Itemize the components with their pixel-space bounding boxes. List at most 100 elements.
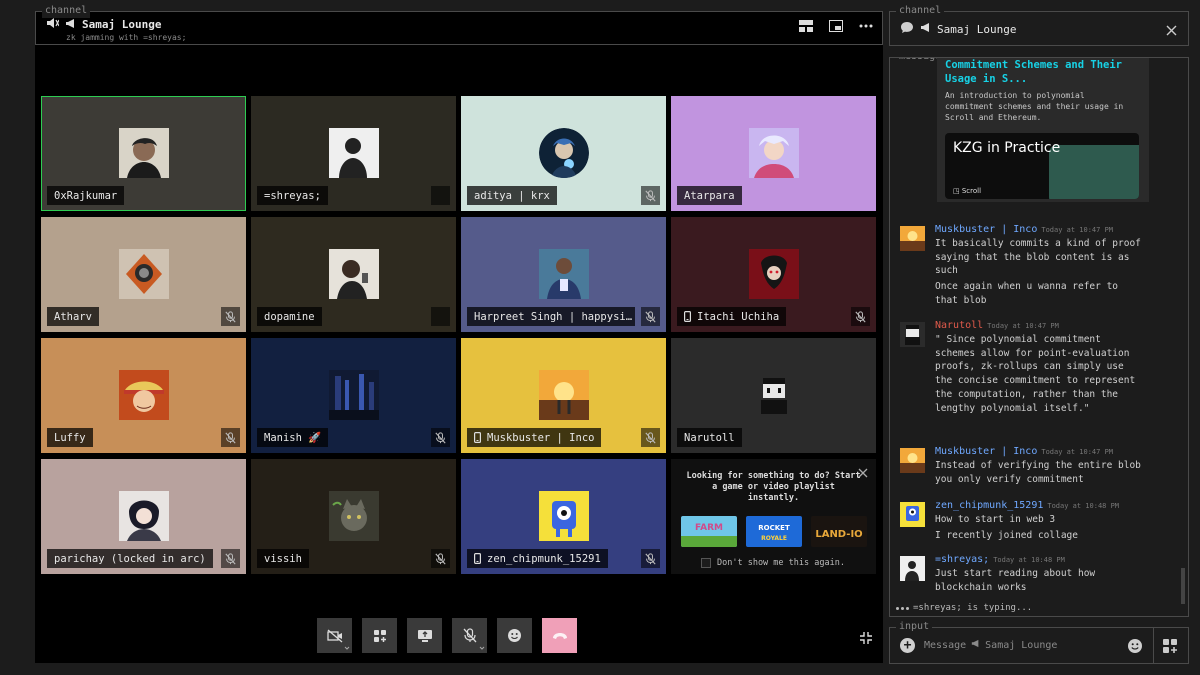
participant-tile[interactable]: Muskbuster | Inco xyxy=(461,338,666,453)
mute-indicator[interactable] xyxy=(221,428,240,447)
participant-avatar xyxy=(538,370,589,420)
message-timestamp: Today at 10:47 PM xyxy=(987,322,1059,330)
embed-image[interactable]: KZG in Practice ◳ Scroll xyxy=(945,133,1139,199)
channel-status: zk jamming with =shreyas; xyxy=(66,33,187,42)
author-avatar[interactable] xyxy=(900,448,925,473)
scrollbar[interactable] xyxy=(1181,568,1185,604)
mute-indicator[interactable] xyxy=(431,549,450,568)
mute-indicator[interactable] xyxy=(641,186,660,205)
participant-tile[interactable]: Atarpara xyxy=(671,96,876,211)
participant-tile[interactable]: Harpreet Singh | happysi… xyxy=(461,217,666,332)
participant-avatar xyxy=(328,128,379,178)
chat-bubble-icon xyxy=(900,21,914,37)
author-name[interactable]: =shreyas; xyxy=(935,554,989,565)
participant-name-tag: Harpreet Singh | happysi… xyxy=(467,307,635,326)
author-avatar[interactable] xyxy=(900,322,925,347)
mute-indicator[interactable] xyxy=(221,307,240,326)
mic-toggle-button[interactable] xyxy=(452,618,487,653)
apps-icon[interactable] xyxy=(1162,638,1178,654)
author-name[interactable]: Muskbuster | Inco xyxy=(935,446,1037,457)
rocket-activity-icon xyxy=(373,629,386,642)
embed-title[interactable]: Commitment Schemes and Their Usage in S.… xyxy=(945,58,1135,86)
participant-tile[interactable]: Itachi Uchiha xyxy=(671,217,876,332)
mute-indicator[interactable] xyxy=(221,549,240,568)
participant-name-tag: Atharv xyxy=(47,307,99,326)
message-body: Just start reading about how blockchain … xyxy=(935,567,1145,596)
participant-avatar xyxy=(748,370,799,420)
embed-description: An introduction to polynomial commitment… xyxy=(945,91,1124,122)
participant-name-tag: Narutoll xyxy=(677,428,742,447)
mute-indicator[interactable] xyxy=(641,428,660,447)
message-text: Just start reading about how blockchain … xyxy=(935,568,1096,593)
participant-name: Itachi Uchiha xyxy=(697,310,780,323)
message-header: Muskbuster | Inco Today at 10:47 PM xyxy=(935,446,1113,457)
participant-tile[interactable]: dopamine xyxy=(251,217,456,332)
participant-avatar xyxy=(118,491,169,541)
participant-name-tag: =shreyas; xyxy=(257,186,328,205)
participant-name-tag: Atarpara xyxy=(677,186,742,205)
emoji-picker-icon[interactable] xyxy=(1127,638,1143,654)
participant-name: Narutoll xyxy=(684,431,735,444)
tile-options[interactable] xyxy=(431,307,450,326)
participant-avatar xyxy=(538,128,589,178)
participant-tile[interactable]: =shreyas; xyxy=(251,96,456,211)
checkbox[interactable] xyxy=(701,558,711,568)
author-avatar[interactable] xyxy=(900,502,925,527)
participant-tile[interactable]: aditya | krx xyxy=(461,96,666,211)
camera-toggle-button[interactable] xyxy=(317,618,352,653)
participant-name-tag: dopamine xyxy=(257,307,322,326)
tile-options[interactable] xyxy=(431,186,450,205)
add-attachment-icon[interactable]: + xyxy=(900,638,915,653)
layout-grid-icon[interactable] xyxy=(798,18,814,34)
author-name[interactable]: Muskbuster | Inco xyxy=(935,224,1037,235)
author-name[interactable]: Narutoll xyxy=(935,320,983,331)
participant-name-tag: aditya | krx xyxy=(467,186,557,205)
mobile-phone-icon xyxy=(474,432,481,443)
participant-tile[interactable]: Narutoll xyxy=(671,338,876,453)
participant-tile[interactable]: parichay (locked in arc) xyxy=(41,459,246,574)
hang-up-button[interactable] xyxy=(542,618,577,653)
typing-text: =shreyas; is typing... xyxy=(913,603,1033,613)
author-avatar[interactable] xyxy=(900,226,925,251)
messages-panel: messages Commitment Schemes and Their Us… xyxy=(889,57,1189,617)
svg-text:FARM: FARM xyxy=(695,523,723,533)
participant-tile[interactable]: vissih xyxy=(251,459,456,574)
message-timestamp: Today at 10:47 PM xyxy=(1041,226,1114,234)
participant-tile[interactable]: Atharv xyxy=(41,217,246,332)
close-icon[interactable] xyxy=(1165,22,1178,36)
emoji-reaction-button[interactable] xyxy=(497,618,532,653)
participant-tile[interactable]: Luffy xyxy=(41,338,246,453)
screen-share-icon xyxy=(417,629,432,642)
author-avatar[interactable] xyxy=(900,556,925,581)
mute-indicator[interactable] xyxy=(641,307,660,326)
mute-indicator[interactable] xyxy=(641,549,660,568)
message-body: " Since polynomial commitment schemes al… xyxy=(935,333,1145,417)
mute-indicator[interactable] xyxy=(851,307,870,326)
participant-name: Muskbuster | Inco xyxy=(487,431,595,444)
message-input[interactable]: Message Samaj Lounge xyxy=(924,639,1057,651)
embed-image-brand: ◳ Scroll xyxy=(953,187,981,195)
more-options-icon[interactable] xyxy=(858,18,874,34)
activities-button[interactable] xyxy=(362,618,397,653)
participant-tile[interactable]: zen_chipmunk_15291 xyxy=(461,459,666,574)
activity-suggestion-card: Looking for something to do? Start a gam… xyxy=(671,459,876,574)
rocket-royale-game[interactable]: ROCKET ROYALE xyxy=(746,516,802,547)
screen-share-button[interactable] xyxy=(407,618,442,653)
participant-tile[interactable]: Manish 🚀 xyxy=(251,338,456,453)
participant-name-tag: Muskbuster | Inco xyxy=(467,428,602,447)
participant-name: vissih xyxy=(264,552,302,565)
inbox-icon[interactable] xyxy=(828,18,844,34)
dont-show-again[interactable]: Don't show me this again. xyxy=(701,558,845,568)
chevron-down-icon xyxy=(479,646,485,650)
message-placeholder: Message xyxy=(924,639,967,651)
land-io-game[interactable]: LAND-IO xyxy=(811,516,867,547)
mute-indicator[interactable] xyxy=(431,428,450,447)
participant-name: Atarpara xyxy=(684,189,735,202)
composer-divider xyxy=(1153,628,1154,663)
exit-fullscreen-icon[interactable] xyxy=(859,630,873,644)
participant-avatar xyxy=(118,128,169,178)
link-embed[interactable]: Commitment Schemes and Their Usage in S.… xyxy=(937,58,1149,202)
farm-game[interactable]: FARM xyxy=(681,516,737,547)
participant-tile[interactable]: 0xRajkumar xyxy=(41,96,246,211)
author-name[interactable]: zen_chipmunk_15291 xyxy=(935,500,1043,511)
